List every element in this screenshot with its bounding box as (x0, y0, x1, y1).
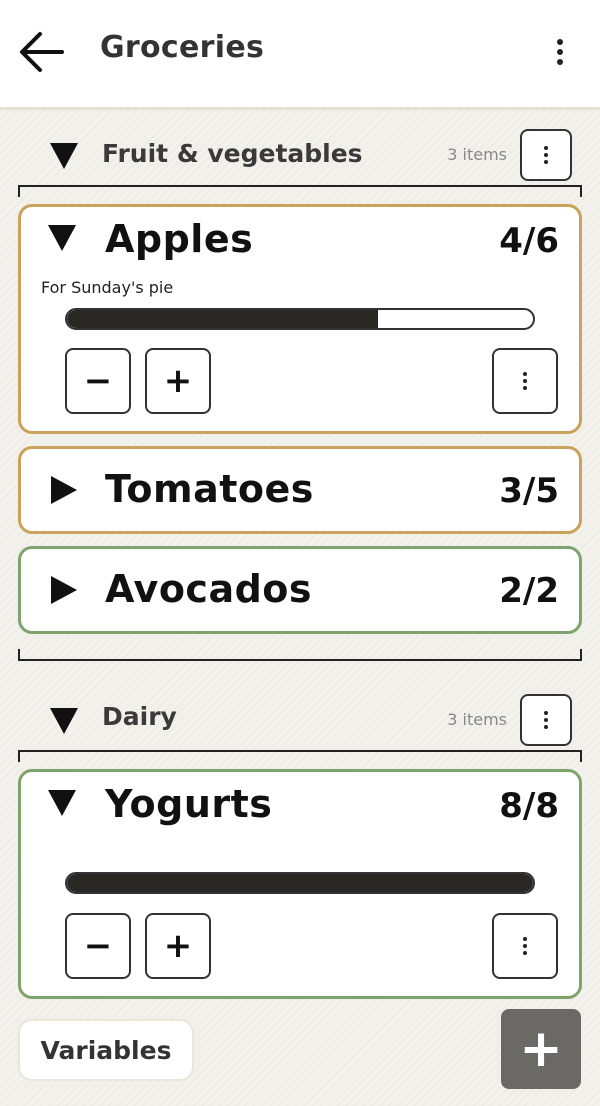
section-header-fruit-vegetables[interactable]: Fruit & vegetables 3 items (0, 125, 600, 185)
overflow-menu-button[interactable] (540, 30, 580, 74)
item-name: Yogurts (105, 782, 273, 826)
page-title: Groceries (100, 30, 265, 65)
item-card-avocados[interactable]: Avocados 2/2 (18, 546, 582, 634)
collapse-triangle-icon[interactable] (48, 790, 76, 816)
top-app-bar: Groceries (0, 0, 600, 110)
decrement-button[interactable]: − (65, 348, 131, 414)
more-vertical-icon (523, 372, 527, 390)
back-button[interactable] (14, 26, 68, 80)
item-quantity: 8/8 (499, 786, 559, 826)
section-menu-button[interactable] (520, 129, 572, 181)
collapse-triangle-icon (50, 708, 78, 734)
section-item-count: 3 items (447, 145, 507, 164)
progress-fill (67, 874, 533, 892)
more-vertical-icon (544, 711, 548, 729)
item-menu-button[interactable] (492, 913, 558, 979)
section-bracket-top (18, 185, 582, 197)
section-title: Fruit & vegetables (102, 139, 363, 168)
add-item-fab[interactable]: + (501, 1009, 581, 1089)
arrow-left-icon (20, 32, 64, 72)
item-card-tomatoes[interactable]: Tomatoes 3/5 (18, 446, 582, 534)
item-card-apples: Apples 4/6 For Sunday's pie − + (18, 204, 582, 434)
item-menu-button[interactable] (492, 348, 558, 414)
item-name: Apples (105, 217, 254, 261)
item-note: For Sunday's pie (41, 278, 174, 297)
decrement-button[interactable]: − (65, 913, 131, 979)
more-vertical-icon (557, 39, 563, 65)
item-name: Avocados (105, 567, 313, 611)
collapse-triangle-icon[interactable] (48, 225, 76, 251)
item-quantity: 2/2 (499, 571, 559, 611)
section-bracket-bottom (18, 649, 582, 661)
more-vertical-icon (523, 937, 527, 955)
progress-fill (67, 310, 378, 328)
section-title: Dairy (102, 702, 177, 731)
collapse-triangle-icon (50, 143, 78, 169)
section-menu-button[interactable] (520, 694, 572, 746)
section-bracket-top (18, 750, 582, 762)
item-name: Tomatoes (105, 467, 314, 511)
expand-triangle-icon[interactable] (51, 476, 77, 504)
section-item-count: 3 items (447, 710, 507, 729)
variables-button[interactable]: Variables (18, 1019, 194, 1081)
progress-bar (65, 872, 535, 894)
increment-button[interactable]: + (145, 348, 211, 414)
item-quantity: 4/6 (499, 221, 559, 261)
section-header-dairy[interactable]: Dairy 3 items (0, 690, 600, 750)
progress-bar (65, 308, 535, 330)
item-quantity: 3/5 (499, 471, 559, 511)
expand-triangle-icon[interactable] (51, 576, 77, 604)
more-vertical-icon (544, 146, 548, 164)
increment-button[interactable]: + (145, 913, 211, 979)
item-card-yogurts: Yogurts 8/8 − + (18, 769, 582, 999)
